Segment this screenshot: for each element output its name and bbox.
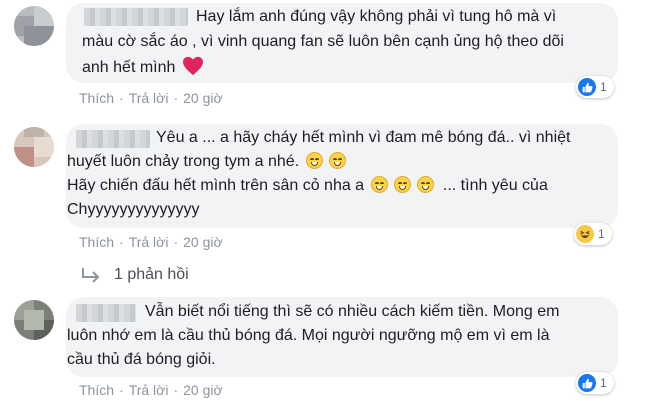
- comment-text-line: Vẫn biết nổi tiếng thì sẽ có nhiều cách …: [145, 303, 560, 320]
- comment-text-line: huyết luôn chảy trong tym a nhé.: [67, 151, 347, 173]
- comment-text-line: luôn nhớ em là cầu thủ bóng đá. Mọi ngườ…: [67, 327, 550, 344]
- like-link[interactable]: Thích: [79, 90, 114, 106]
- separator-dot: ·: [119, 90, 124, 106]
- like-link[interactable]: Thích: [79, 382, 114, 398]
- separator-dot: ·: [119, 382, 124, 398]
- avatar[interactable]: [14, 300, 54, 340]
- reply-arrow-icon: [80, 266, 102, 284]
- timestamp[interactable]: 20 giờ: [183, 382, 223, 398]
- comment-actions: Thích · Trả lời · 20 giờ: [79, 234, 223, 250]
- comment-text-line: Hãy chiến đấu hết mình trên sân cỏ nha a…: [67, 175, 548, 197]
- avatar[interactable]: [14, 6, 54, 46]
- like-icon: [578, 374, 596, 392]
- comment-text-span: Hãy chiến đấu hết mình trên sân cỏ nha a: [67, 177, 365, 194]
- heart-icon: [182, 56, 203, 76]
- reaction-count[interactable]: 1: [576, 76, 614, 98]
- comment-text-line: anh hết mình: [82, 56, 204, 79]
- comment-text-line: cầu thủ đá bóng giỏi.: [67, 351, 216, 368]
- separator-dot: ·: [119, 234, 124, 250]
- grin-emoji-icon: [393, 176, 411, 193]
- grin-emoji-icon: [329, 152, 347, 169]
- comment-text-span: ... tình yêu của: [442, 177, 548, 194]
- timestamp[interactable]: 20 giờ: [183, 234, 223, 250]
- reaction-count-text: 1: [600, 376, 607, 390]
- grin-emoji-icon: [305, 152, 323, 169]
- comment-text-span: huyết luôn chảy trong tym a nhé.: [67, 153, 300, 170]
- reaction-count[interactable]: 1: [576, 372, 614, 394]
- separator-dot: ·: [173, 382, 179, 398]
- author-name-blurred[interactable]: [76, 304, 136, 322]
- reply-link[interactable]: Trả lời: [129, 90, 169, 106]
- like-link[interactable]: Thích: [79, 234, 114, 250]
- view-replies-link[interactable]: 1 phản hồi: [80, 266, 189, 284]
- comment-text-line: Hay lắm anh đúng vậy không phải vì tung …: [196, 8, 557, 25]
- separator-dot: ·: [173, 90, 179, 106]
- comment-text-line: Yêu a ... a hãy cháy hết mình vì đam mê …: [156, 129, 571, 146]
- separator-dot: ·: [173, 234, 179, 250]
- avatar[interactable]: [14, 127, 54, 167]
- like-icon: [578, 78, 596, 96]
- haha-icon: [576, 225, 594, 243]
- reaction-count-text: 1: [598, 227, 605, 241]
- comment-text-span: anh hết mình: [82, 59, 176, 76]
- comment-actions: Thích · Trả lời · 20 giờ: [79, 382, 223, 398]
- grin-emoji-icon: [370, 176, 388, 193]
- author-name-blurred[interactable]: [84, 8, 188, 26]
- comment-text-line: Chyyyyyyyyyyyyyy: [67, 201, 200, 218]
- comment-text-line: màu cờ sắc áo , vì vinh quang fan sẽ luô…: [82, 33, 564, 50]
- view-replies-text: 1 phản hồi: [114, 266, 189, 283]
- timestamp[interactable]: 20 giờ: [183, 90, 223, 106]
- grin-emoji-icon: [417, 176, 435, 193]
- comment-actions: Thích · Trả lời · 20 giờ: [79, 90, 223, 106]
- author-name-blurred[interactable]: [76, 130, 150, 148]
- reply-link[interactable]: Trả lời: [129, 234, 169, 250]
- reaction-count[interactable]: 1: [574, 223, 612, 245]
- reaction-count-text: 1: [600, 80, 607, 94]
- reply-link[interactable]: Trả lời: [129, 382, 169, 398]
